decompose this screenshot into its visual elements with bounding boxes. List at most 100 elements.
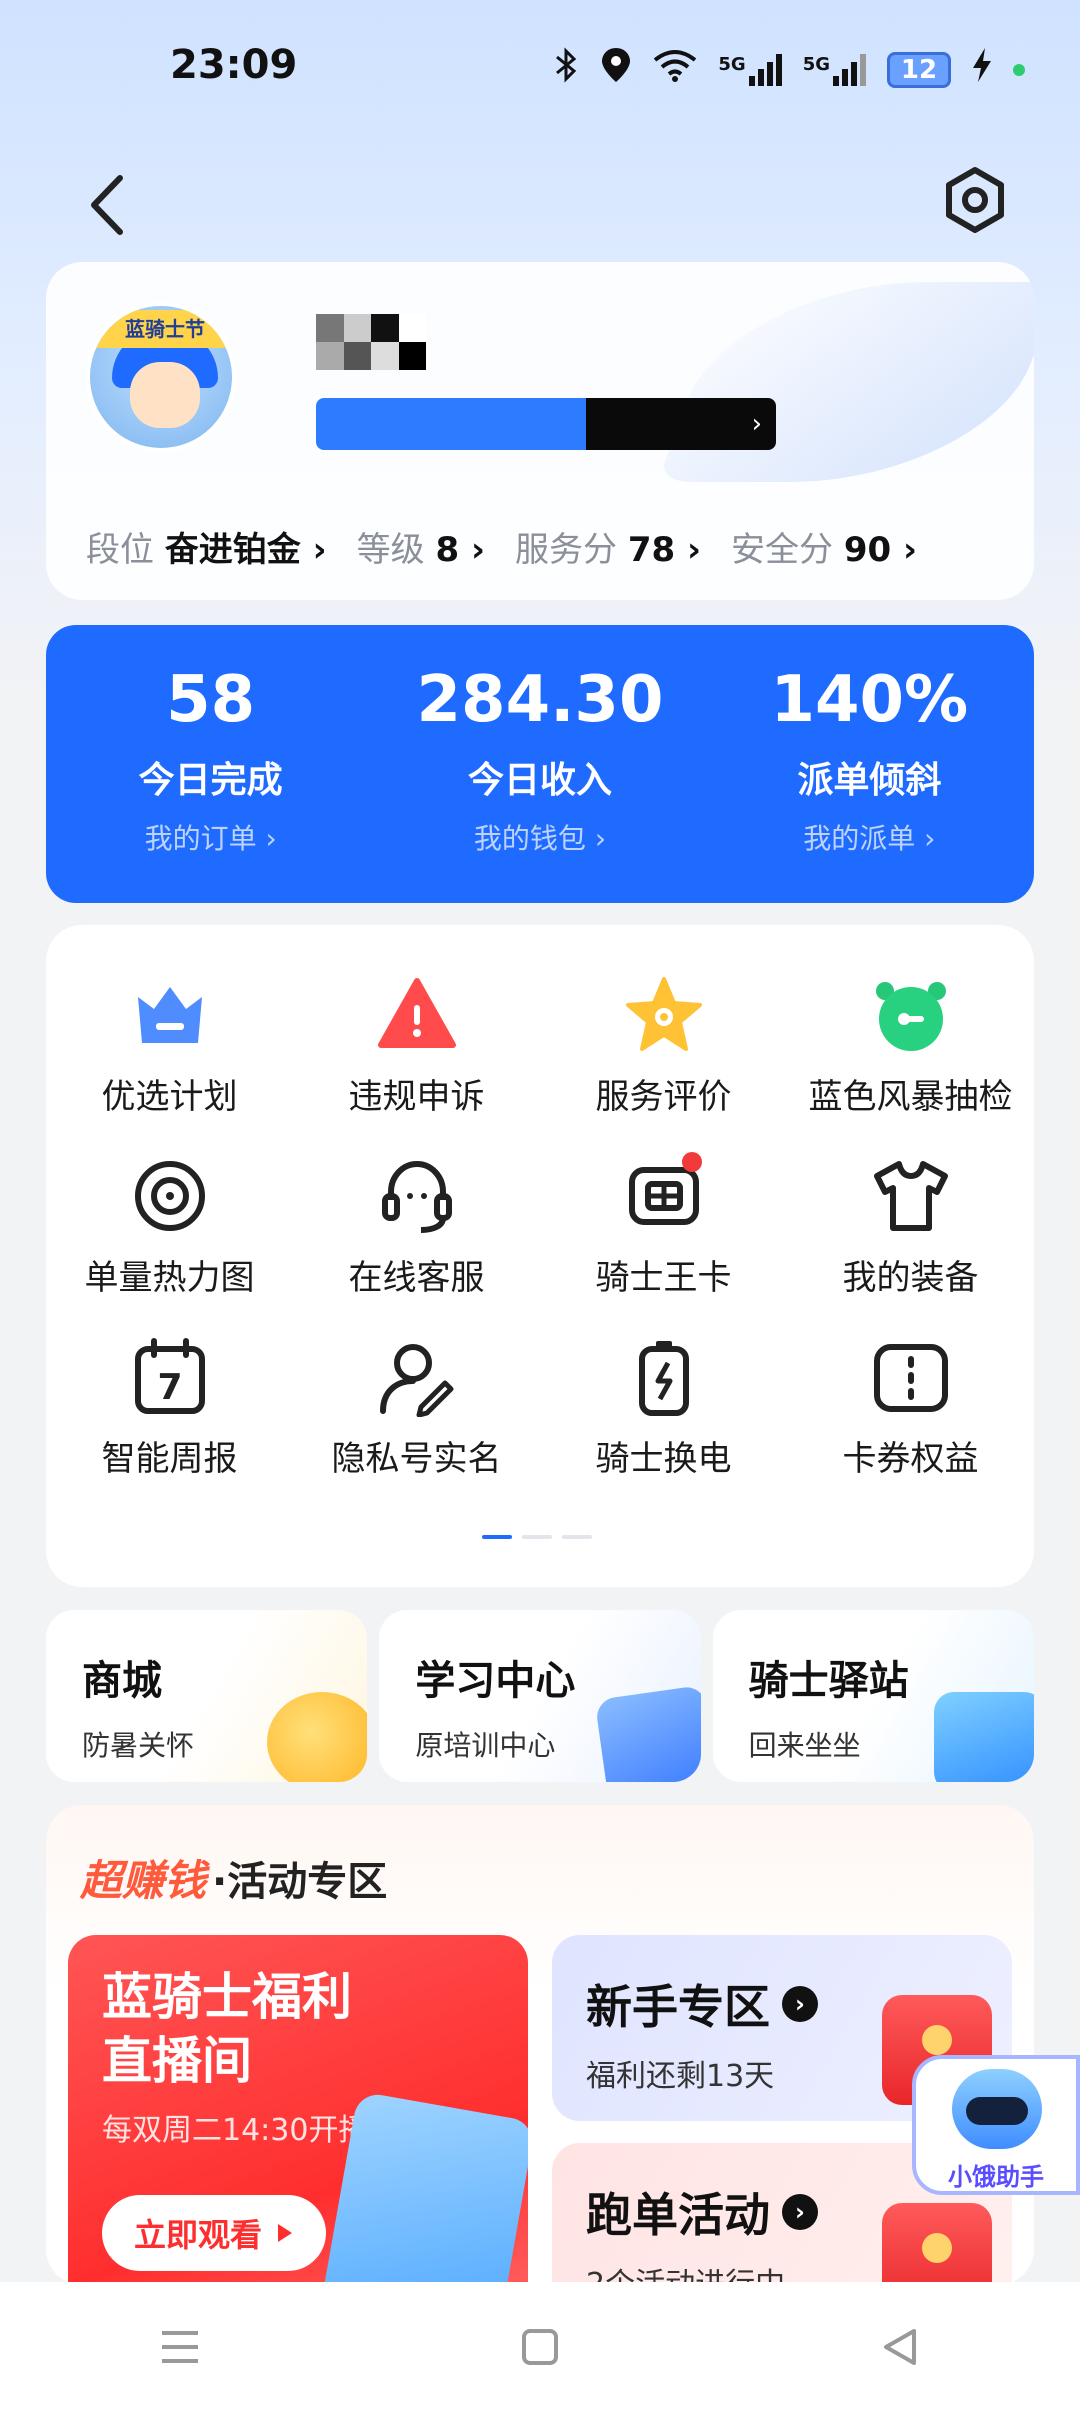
back-nav-button[interactable] [855,2317,945,2377]
page-dot-active [482,1535,512,1539]
status-icons: 5G 5G 12 [554,46,1025,93]
alarm-icon [871,975,951,1055]
stat-label: 服务分 [515,530,618,570]
grid-item-blue-storm[interactable]: 蓝色风暴抽检 [787,975,1034,1118]
grid-item-preferred-plan[interactable]: 优选计划 [46,975,293,1118]
summary-value: 58 [166,663,256,737]
grid-item-appeal[interactable]: 违规申诉 [293,975,540,1118]
stat-level[interactable]: 等级 8 › [357,522,485,571]
grid-item-label: 卡券权益 [842,1439,979,1479]
summary-completed[interactable]: 58 今日完成 我的订单 › [46,625,375,903]
top-nav [0,140,1080,270]
daily-summary-card: 58 今日完成 我的订单 › 284.30 今日收入 我的钱包 › 140% 派… [46,625,1034,903]
network-type-label: 5G [718,53,746,75]
summary-link-text: 我的钱包 [473,822,586,855]
grid-item-knight-card[interactable]: 骑士王卡 [540,1152,787,1299]
house-icon [933,1692,1034,1782]
home-button[interactable] [495,2317,585,2377]
grid-item-online-service[interactable]: 在线客服 [293,1156,540,1299]
badge-dot [681,1152,702,1172]
grid-item-privacy-number[interactable]: 隐私号实名 [293,1337,540,1480]
crown-icon [130,975,210,1055]
live-title: 蓝骑士福利 直播间 [102,1965,352,2093]
live-stream-banner[interactable]: 蓝骑士福利 直播间 每双周二14:30开播 立即观看 [68,1935,528,2285]
shortcut-station[interactable]: 骑士驿站 回来坐坐 [712,1610,1034,1782]
id-redacted-block [316,398,586,450]
stat-value: 78 [627,530,676,570]
activity-title-hot: 超赚钱 [80,1856,207,1905]
coin-icon [267,1692,368,1782]
newbie-title-text: 新手专区 [586,1980,770,2034]
settings-button[interactable] [940,165,1010,235]
user-id-redacted[interactable]: › [316,398,776,450]
summary-income[interactable]: 284.30 今日收入 我的钱包 › [375,625,704,903]
warning-icon [377,975,457,1055]
run-title-text: 跑单活动 [586,2188,770,2242]
system-nav-bar [0,2282,1080,2412]
coupon-icon [871,1337,951,1417]
summary-link[interactable]: 我的钱包 › [375,817,704,857]
shortcut-learning[interactable]: 学习中心 原培训中心 [379,1610,701,1782]
watch-now-label: 立即观看 [133,2216,262,2254]
gear-icon [946,167,1004,233]
grid-item-label: 单量热力图 [84,1258,255,1298]
summary-dispatch[interactable]: 140% 派单倾斜 我的派单 › [705,625,1034,903]
star-icon [624,975,704,1055]
avatar-face [130,362,200,428]
notification-dot [1013,63,1025,76]
page-dot [522,1535,552,1539]
shortcut-cards: 商城 防暑关怀 学习中心 原培训中心 骑士驿站 回来坐坐 [46,1610,1034,1782]
page-dot [562,1535,592,1539]
chevron-right-icon: › [782,1986,818,2022]
chevron-right-icon: › [300,530,327,570]
avatar[interactable]: 蓝骑士节 [86,302,236,452]
grid-item-label: 蓝色风暴抽检 [808,1077,1013,1117]
grid-item-battery-swap[interactable]: 骑士换电 [540,1337,787,1480]
signal-icon-2: 5G [803,53,867,86]
stat-label: 等级 [356,530,425,570]
feature-grid-card: 优选计划 违规申诉 服务评价 蓝色风暴抽检 单量热力图 在线客服 骑士王卡 我的… [46,925,1034,1587]
user-edit-icon [377,1337,457,1417]
menu-button[interactable] [135,2317,225,2377]
signal-icon-1: 5G [718,53,782,86]
stat-value: 90 [843,530,892,570]
chevron-right-icon: › [782,2194,818,2230]
live-title-line2: 直播间 [102,2032,252,2090]
play-icon [278,2224,292,2242]
target-icon [130,1156,210,1236]
charging-icon [971,48,993,91]
status-bar: 23:09 5G 5G 12 [0,0,1080,140]
card-decoration [657,282,1034,482]
summary-label: 派单倾斜 [797,760,942,801]
user-name-redacted [316,314,426,370]
summary-link-text: 我的订单 [144,822,257,855]
grid-item-coupons[interactable]: 卡券权益 [787,1337,1034,1480]
grid-item-service-review[interactable]: 服务评价 [540,975,787,1118]
stat-safety-score[interactable]: 安全分 90 › [731,522,917,571]
stat-rank[interactable]: 段位 奋进铂金 › [86,522,327,571]
location-icon [600,46,632,93]
summary-link-text: 我的派单 [803,822,916,855]
activity-title: 超赚钱 ·活动专区 [80,1847,387,1908]
back-button[interactable] [80,170,140,240]
square-icon [522,2329,558,2365]
summary-link[interactable]: 我的订单 › [46,817,375,857]
live-schedule: 每双周二14:30开播 [102,2113,369,2148]
live-title-line1: 蓝骑士福利 [102,1968,352,2026]
summary-link[interactable]: 我的派单 › [705,817,1034,857]
avatar-tag: 蓝骑士节 [90,310,232,348]
bluetooth-icon [554,47,580,92]
grid-item-label: 服务评价 [595,1077,732,1117]
activity-zone: 超赚钱 ·活动专区 蓝骑士福利 直播间 每双周二14:30开播 立即观看 新手专… [46,1805,1034,2285]
stat-value: 奋进铂金 [164,530,301,570]
chevron-right-icon: › [675,530,702,570]
grid-item-heatmap[interactable]: 单量热力图 [46,1156,293,1299]
grid-item-label: 骑士换电 [595,1439,732,1479]
grid-item-weekly-report[interactable]: 7 智能周报 [46,1337,293,1480]
stat-value: 8 [435,530,460,570]
watch-now-button[interactable]: 立即观看 [102,2195,326,2271]
assistant-float-button[interactable]: 小饿助手 [912,2055,1080,2195]
stat-service-score[interactable]: 服务分 78 › [515,522,701,571]
shortcut-mall[interactable]: 商城 防暑关怀 [46,1610,368,1782]
grid-item-my-gear[interactable]: 我的装备 [787,1156,1034,1299]
